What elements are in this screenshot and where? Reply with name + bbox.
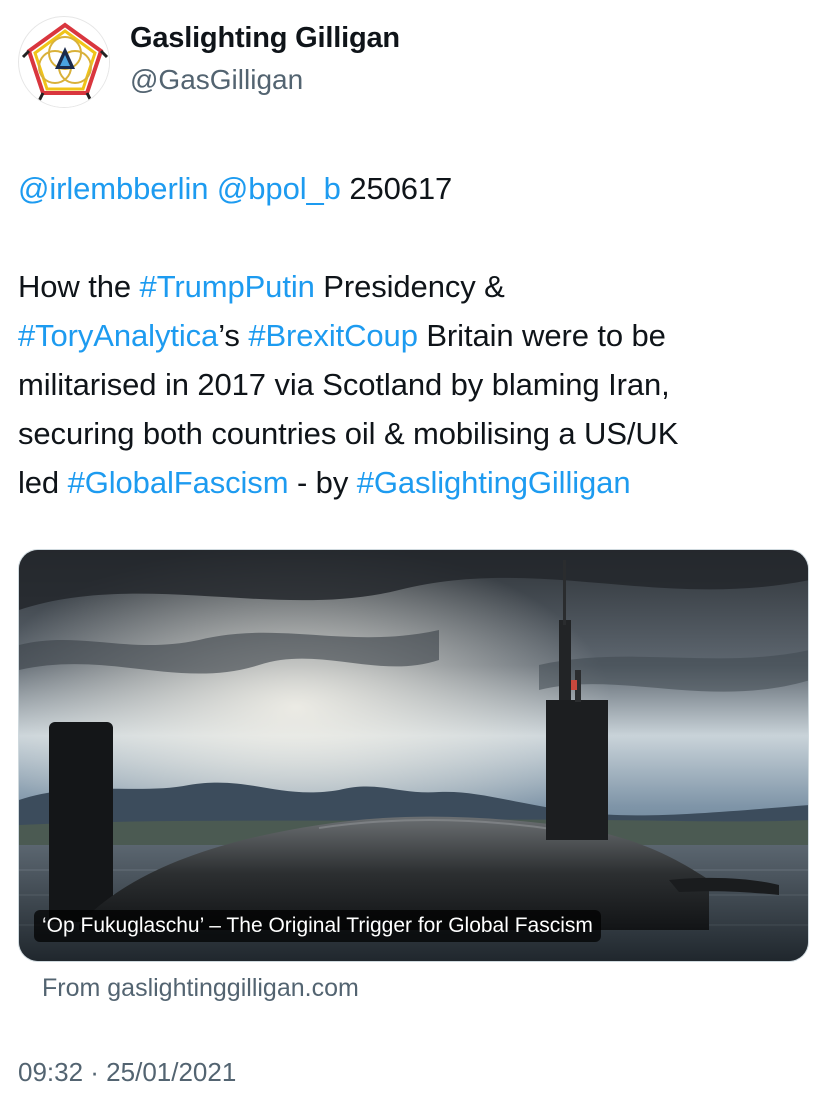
tweet-text-segment: ’s [218,318,249,353]
tweet-text-segment: Britain were to be [417,318,666,353]
card-caption: ‘Op Fukuglaschu’ – The Original Trigger … [34,910,601,942]
tweet-timestamp[interactable]: 09:32 · 25/01/2021 [18,1057,236,1088]
hashtag-link[interactable]: #GaslightingGilligan [357,465,631,500]
tweet-line: #ToryAnalytica’s #BrexitCoup Britain wer… [18,311,814,360]
tweet-text-segment: led [18,465,68,500]
tweet-text: @irlembberlin @bpol_b 250617 How the #Tr… [18,164,814,507]
geometric-logo-icon [20,18,109,107]
tweet-text-segment: Presidency & [314,269,505,304]
tweet-line: securing both countries oil & mobilising… [18,416,679,451]
hashtag-link[interactable]: #ToryAnalytica [18,318,218,353]
tweet-line: led #GlobalFascism - by #GaslightingGill… [18,458,814,507]
submarine-photo [19,550,808,961]
mention-link[interactable]: @irlembberlin [18,171,209,206]
tweet-text-segment: - by [288,465,357,500]
author-display-name[interactable]: Gaslighting Gilligan [130,22,400,55]
tweet-line: militarised in 2017 via Scotland by blam… [18,367,670,402]
tweet-line: How the #TrumpPutin Presidency & [18,262,814,311]
mention-link[interactable]: @bpol_b [217,171,341,206]
avatar[interactable] [18,16,110,108]
hashtag-link[interactable]: #GlobalFascism [68,465,289,500]
tweet-line: @irlembberlin @bpol_b 250617 [18,164,814,213]
author-handle[interactable]: @GasGilligan [130,64,303,96]
hashtag-link[interactable]: #TrumpPutin [140,269,315,304]
card-source-link[interactable]: From gaslightinggilligan.com [42,974,359,1003]
date-code-text: 250617 [349,171,453,206]
hashtag-link[interactable]: #BrexitCoup [248,318,418,353]
tweet-text-segment: How the [18,269,140,304]
link-card-image[interactable]: ‘Op Fukuglaschu’ – The Original Trigger … [18,549,809,962]
